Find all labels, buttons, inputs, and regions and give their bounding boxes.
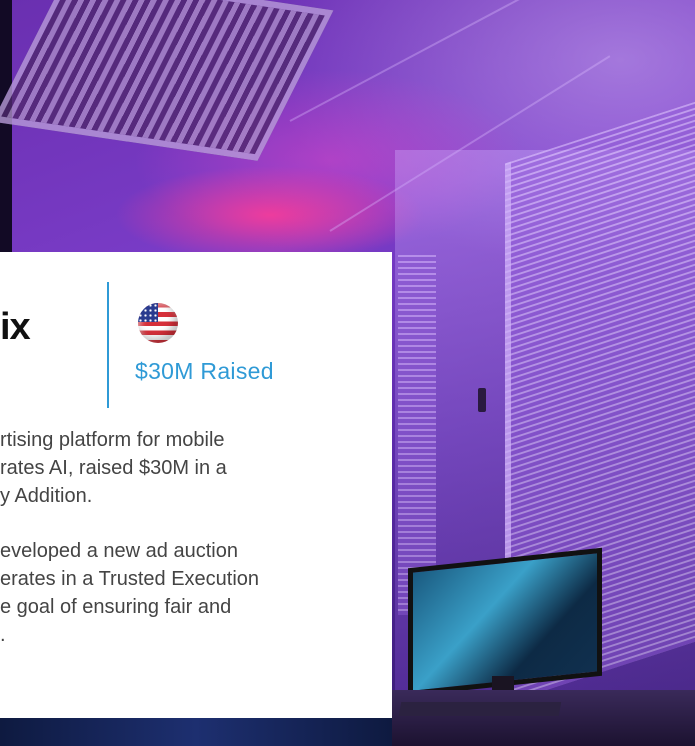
window-blind-small xyxy=(398,255,436,615)
monitor xyxy=(408,547,602,697)
ceiling-vent xyxy=(0,0,334,161)
paragraph-line: y Addition. xyxy=(0,485,93,507)
company-logo: ix xyxy=(0,306,31,348)
window-handle xyxy=(478,388,486,412)
bottom-strip xyxy=(0,718,392,746)
flag-canton xyxy=(138,303,158,322)
paragraph-line: e goal of ensuring fair and xyxy=(0,596,232,618)
dark-edge xyxy=(0,0,12,252)
funding-badge: $30M Raised xyxy=(135,358,274,384)
paragraph-line: rtising platform for mobile xyxy=(0,429,225,451)
paragraph-line: rates AI, raised $30M in a xyxy=(0,457,227,479)
us-flag-icon xyxy=(138,303,178,343)
desk xyxy=(392,690,695,746)
description-paragraph-1: rtising platform for mobile rates AI, ra… xyxy=(0,426,380,510)
vertical-divider xyxy=(107,282,109,408)
paragraph-line: erates in a Trusted Execution xyxy=(0,568,260,590)
description-paragraph-2: eveloped a new ad auction erates in a Tr… xyxy=(0,537,380,649)
paragraph-line: eveloped a new ad auction xyxy=(0,540,238,562)
paragraph-line: . xyxy=(0,624,6,646)
keyboard xyxy=(398,702,562,716)
